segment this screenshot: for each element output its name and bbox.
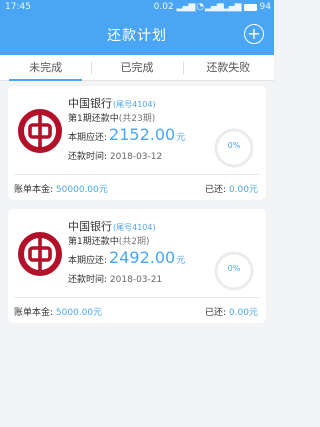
tab-failed[interactable]: 还款失败	[182, 55, 274, 80]
repaid-value: 0.00元	[228, 185, 258, 195]
principal-value: 50000.00元	[55, 185, 108, 195]
plus-icon: +	[247, 24, 261, 43]
repayment-card[interactable]: 中国银行(尾号4104) 第1期还款中(共23期) 本期应还: 2152.00 …	[8, 86, 266, 200]
due-label: 本期应还:	[68, 256, 108, 266]
progress-percent: 0%	[227, 264, 241, 273]
tab-finished[interactable]: 已完成	[91, 55, 182, 80]
app-header: 17:45 0.02 ▂▄▆ ◔ ▂▄▆▂▄▆ 94 还款计划 +	[0, 0, 274, 55]
progress-ring: 0%	[213, 250, 255, 292]
repaid-label: 已还:	[205, 308, 227, 318]
period-total: (共2期)	[118, 237, 150, 247]
period-status: 第1期还款中	[68, 237, 119, 247]
due-amount: 2152.00	[109, 125, 176, 144]
date-label: 还款时间:	[68, 275, 108, 285]
repaid-value: 0.00元	[228, 308, 258, 318]
progress-percent: 0%	[227, 141, 241, 150]
repaid-label: 已还:	[205, 185, 227, 195]
status-tabs: 未完成 已完成 还款失败	[0, 55, 274, 81]
due-amount: 2492.00	[109, 248, 176, 267]
bank-name: 中国银行	[68, 220, 112, 233]
divider	[14, 174, 260, 175]
principal-value: 5000.00元	[55, 308, 103, 318]
repay-date: 2018-03-21	[109, 275, 163, 285]
yuan-unit: 元	[176, 133, 186, 143]
divider	[14, 297, 260, 298]
bank-name: 中国银行	[68, 97, 112, 110]
page-title: 还款计划	[107, 27, 167, 44]
card-tail: (尾号4104)	[113, 100, 156, 109]
period-total: (共23期)	[118, 114, 156, 124]
principal-label: 账单本金:	[14, 185, 54, 195]
card-tail: (尾号4104)	[113, 223, 156, 232]
repay-date: 2018-03-12	[109, 152, 163, 162]
signal-icon: ▂▄▆ ◔ ▂▄▆▂▄▆	[176, 2, 242, 12]
status-time: 17:45	[5, 2, 31, 12]
data-speed: 0.02	[153, 2, 174, 12]
add-plan-button[interactable]: +	[244, 24, 264, 44]
tab-unfinished[interactable]: 未完成	[0, 55, 91, 81]
bank-of-china-logo-icon	[18, 109, 62, 153]
repayment-card[interactable]: 中国银行(尾号4104) 第1期还款中(共2期) 本期应还: 2492.00 元…	[8, 209, 266, 323]
yuan-unit: 元	[176, 256, 186, 266]
bank-of-china-logo-icon	[18, 232, 62, 276]
principal-label: 账单本金:	[14, 308, 54, 318]
status-bar: 17:45 0.02 ▂▄▆ ◔ ▂▄▆▂▄▆ 94	[0, 0, 274, 14]
battery-icon	[243, 3, 257, 11]
date-label: 还款时间:	[68, 152, 108, 162]
battery-level: 94	[259, 2, 271, 12]
progress-ring: 0%	[213, 127, 255, 169]
period-status: 第1期还款中	[68, 114, 119, 124]
due-label: 本期应还:	[68, 133, 108, 143]
